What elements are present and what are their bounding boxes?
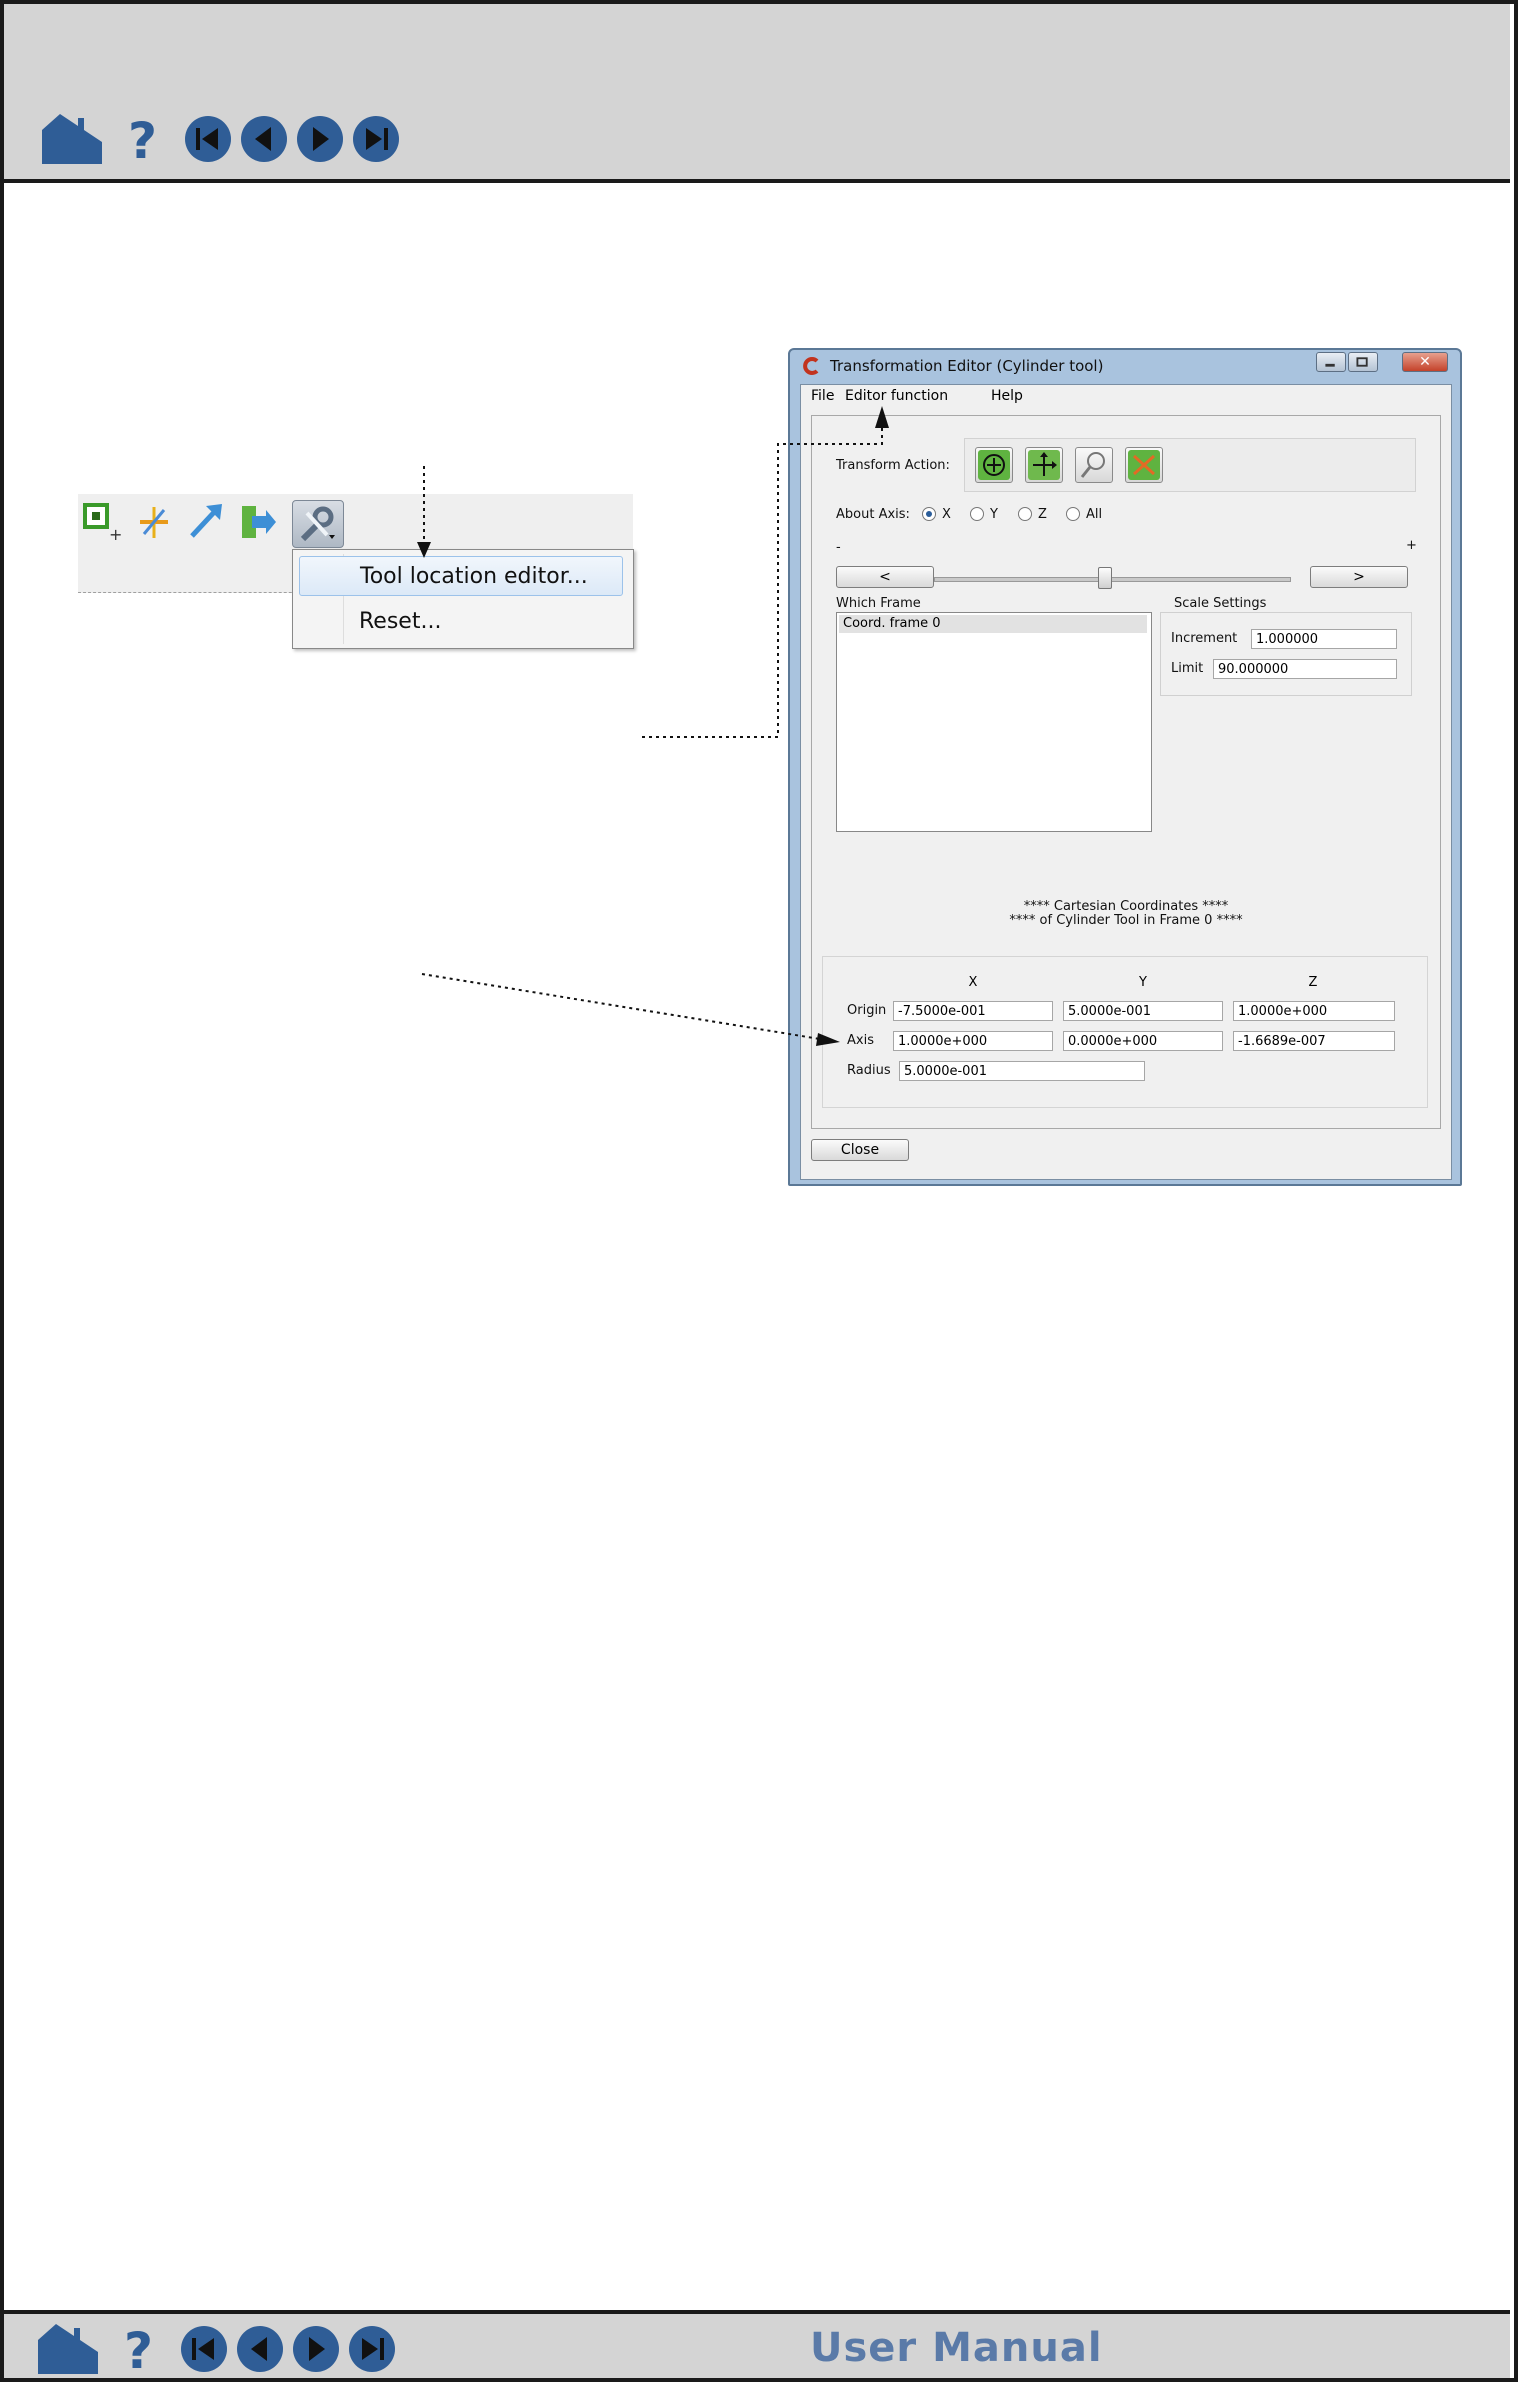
app-icon [802,357,820,375]
exit-tool-icon[interactable] [238,502,278,542]
svg-text:+: + [109,525,122,542]
editor-main-group: Transform Action: About Axis: X Y Z All … [811,415,1441,1129]
scale-action-button[interactable] [1075,447,1113,483]
axis-x-field[interactable]: 1.0000e+000 [893,1031,1053,1051]
svg-text:?: ? [124,2322,153,2376]
about-axis-label: About Axis: [836,507,910,522]
transform-action-label: Transform Action: [836,458,950,473]
home-icon[interactable] [40,112,104,166]
first-page-icon[interactable] [184,115,232,163]
maximize-button[interactable] [1348,352,1378,372]
limit-field[interactable]: 90.000000 [1213,659,1397,679]
axis-y-field[interactable]: 0.0000e+000 [1063,1031,1223,1051]
axis-radio-y-label: Y [990,507,998,522]
footer-nav: ? [36,2322,404,2376]
title-bar[interactable]: Transformation Editor (Cylinder tool) ✕ [790,350,1460,382]
axis-radio-x[interactable] [922,507,936,521]
limit-label: Limit [1171,661,1204,676]
minimize-button[interactable] [1316,352,1346,372]
help-icon[interactable]: ? [124,112,164,166]
transform-action-box [964,438,1416,492]
svg-text:?: ? [128,112,157,166]
axis-radio-y[interactable] [970,507,984,521]
page-footer: ? [4,2310,1510,2382]
last-page-icon[interactable] [352,115,400,163]
transformation-editor-window: Transformation Editor (Cylinder tool) ✕ … [788,348,1462,1186]
coords-heading-2: **** of Cylinder Tool in Frame 0 **** [1009,913,1243,928]
translate-action-button[interactable] [1025,447,1063,483]
menu-help[interactable]: Help [991,388,1023,404]
list-item[interactable]: Coord. frame 0 [839,615,1147,633]
previous-page-icon[interactable] [236,2325,284,2373]
axis-radio-z-label: Z [1038,507,1047,522]
coordinates-box: X Y Z Origin -7.5000e-001 5.0000e-001 1.… [822,956,1428,1108]
close-window-icon[interactable]: ✕ [1402,352,1448,372]
close-button[interactable]: Close [811,1139,909,1161]
menu-file[interactable]: File [811,388,834,404]
slider-plus-label: + [1406,538,1417,553]
origin-label: Origin [847,1003,887,1018]
decrement-button[interactable]: < [836,566,934,588]
menu-item-tool-location-editor[interactable]: Tool location editor... [299,556,623,596]
origin-y-field[interactable]: 5.0000e-001 [1063,1001,1223,1021]
home-icon[interactable] [36,2322,100,2376]
header-nav: ? [40,112,408,166]
menu-item-reset[interactable]: Reset... [299,602,623,642]
context-menu: Tool location editor... Reset... [292,549,634,649]
arrow-tool-icon[interactable] [186,500,226,540]
axis-radio-all-label: All [1086,507,1103,522]
frame-list[interactable]: Coord. frame 0 [836,612,1152,832]
radius-label: Radius [847,1063,891,1078]
origin-x-field[interactable]: -7.5000e-001 [893,1001,1053,1021]
menu-editor-function[interactable]: Editor function [845,388,948,404]
manual-title: User Manual [810,2325,1103,2371]
axis-radio-all[interactable] [1066,507,1080,521]
scale-settings-label: Scale Settings [1172,596,1269,611]
axis-label: Axis [847,1033,874,1048]
explicit-action-button[interactable] [1125,447,1163,483]
radius-field[interactable]: 5.0000e-001 [899,1061,1145,1081]
axis-z-field[interactable]: -1.6689e-007 [1233,1031,1395,1051]
slider-track[interactable] [934,577,1291,582]
next-page-icon[interactable] [296,115,344,163]
which-frame-label: Which Frame [836,596,921,611]
rotate-action-button[interactable] [975,447,1013,483]
increment-label: Increment [1171,631,1238,646]
slider-minus-label: - [836,540,841,555]
page-header: ? [4,4,1510,183]
last-page-icon[interactable] [348,2325,396,2373]
new-part-icon[interactable]: + [82,502,122,544]
column-header-x: X [968,975,978,990]
previous-page-icon[interactable] [240,115,288,163]
editor-client-area: File Editor function Help Transform Acti… [800,384,1452,1180]
increment-field[interactable]: 1.000000 [1251,629,1397,649]
first-page-icon[interactable] [180,2325,228,2373]
tool-settings-button[interactable] [292,500,344,548]
slider-thumb[interactable] [1098,567,1112,589]
coords-heading-1: **** Cartesian Coordinates **** [1023,899,1229,914]
scale-settings-box: Increment 1.000000 Limit 90.000000 [1160,612,1412,696]
increment-button[interactable]: > [1310,566,1408,588]
menu-bar: File Editor function Help [801,385,1451,407]
help-icon[interactable]: ? [120,2322,160,2376]
origin-z-field[interactable]: 1.0000e+000 [1233,1001,1395,1021]
window-title: Transformation Editor (Cylinder tool) [830,357,1104,375]
axis-tool-icon[interactable] [134,502,174,542]
next-page-icon[interactable] [292,2325,340,2373]
tool-settings-icon [297,505,337,543]
column-header-z: Z [1308,975,1318,990]
axis-radio-x-label: X [942,507,951,522]
axis-radio-z[interactable] [1018,507,1032,521]
column-header-y: Y [1139,975,1147,990]
